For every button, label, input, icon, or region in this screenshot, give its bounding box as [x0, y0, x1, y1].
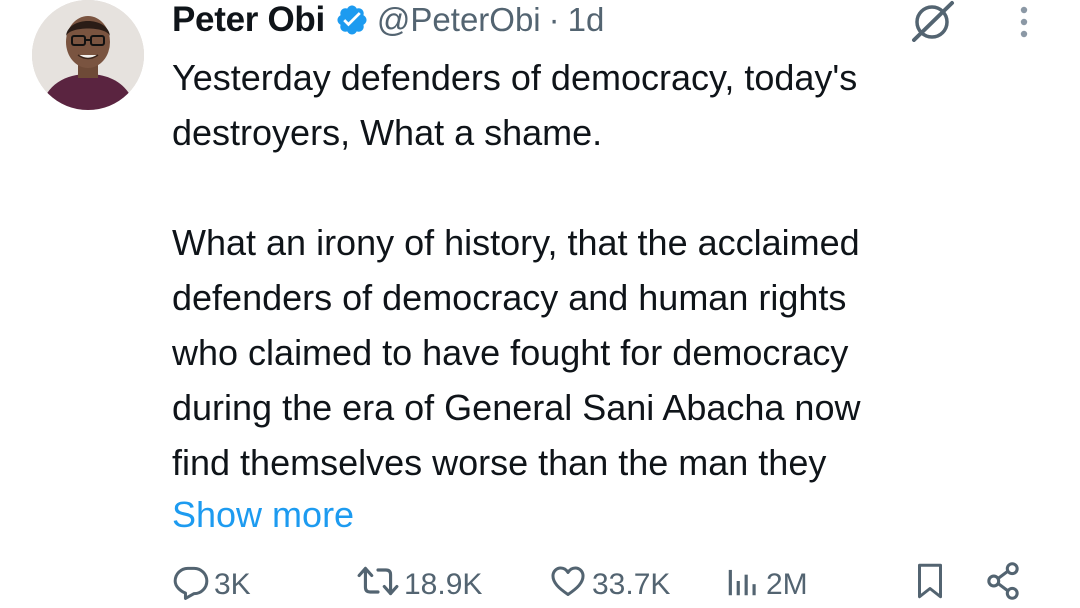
- tweet-text: Yesterday defenders of democracy, today'…: [172, 50, 1052, 490]
- author-name[interactable]: Peter Obi: [172, 0, 325, 40]
- like-button[interactable]: 33.7K: [548, 562, 670, 608]
- avatar[interactable]: [32, 0, 144, 110]
- bookmark-icon: [912, 561, 948, 608]
- tweet-paragraph: What an irony of history, that the accla…: [172, 222, 861, 483]
- views-icon: [724, 562, 762, 608]
- tweet-paragraph: Yesterday defenders of democracy, today'…: [172, 57, 858, 153]
- more-vertical-icon[interactable]: [1012, 4, 1036, 40]
- reply-count: 3K: [214, 568, 251, 601]
- bookmark-button[interactable]: [912, 562, 948, 608]
- heart-icon: [548, 562, 588, 608]
- tweet-header: Peter Obi @PeterObi · 1d: [172, 0, 604, 42]
- reply-icon: [172, 562, 210, 608]
- repost-button[interactable]: 18.9K: [356, 562, 482, 608]
- show-more-link[interactable]: Show more: [172, 487, 354, 542]
- repost-count: 18.9K: [404, 568, 483, 601]
- repost-icon: [356, 562, 400, 608]
- verified-badge-icon[interactable]: [335, 3, 369, 37]
- share-button[interactable]: [984, 562, 1022, 608]
- views-button[interactable]: 2M: [724, 562, 808, 608]
- reply-button[interactable]: 3K: [172, 562, 251, 608]
- views-count: 2M: [766, 568, 808, 601]
- share-icon: [984, 561, 1022, 608]
- tweet-actions: 3K 18.9K 33.7K 2M: [172, 562, 1032, 608]
- like-count: 33.7K: [592, 568, 671, 601]
- author-handle[interactable]: @PeterObi: [377, 1, 541, 39]
- grok-icon[interactable]: [908, 0, 956, 42]
- separator-dot: ·: [548, 1, 560, 38]
- tweet-timestamp[interactable]: 1d: [568, 1, 605, 39]
